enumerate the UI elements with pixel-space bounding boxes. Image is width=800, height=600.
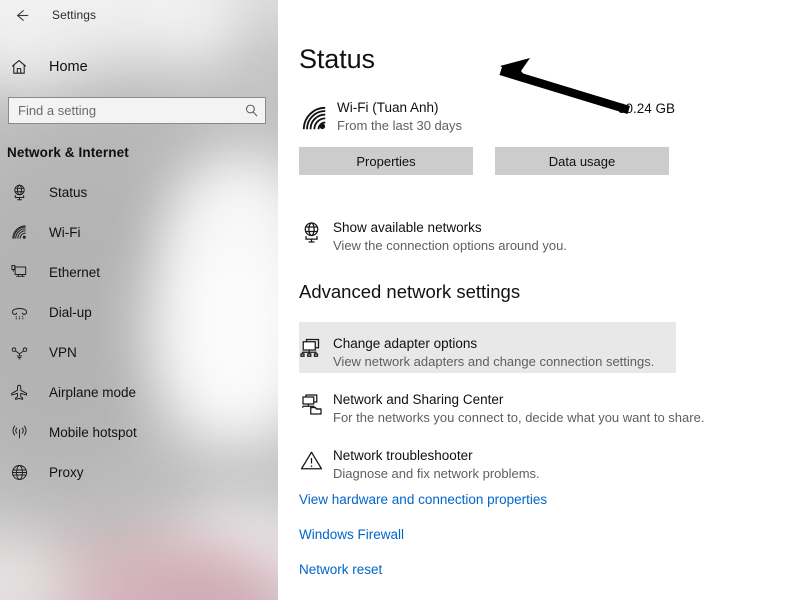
home-icon bbox=[7, 55, 31, 79]
sidebar-category-title: Network & Internet bbox=[7, 145, 129, 160]
connection-subtitle: From the last 30 days bbox=[337, 118, 462, 133]
ethernet-monitor-icon bbox=[7, 260, 31, 284]
change-adapter-options-row[interactable]: Change adapter options View network adap… bbox=[299, 328, 654, 378]
data-used-value: 30.24 GB bbox=[617, 101, 675, 116]
search-box[interactable] bbox=[8, 97, 266, 124]
properties-button[interactable]: Properties bbox=[299, 147, 473, 175]
globe-monitor-icon bbox=[299, 219, 333, 251]
globe-icon bbox=[7, 460, 31, 484]
sharing-center-icon bbox=[299, 391, 333, 423]
network-troubleshooter-row[interactable]: Network troubleshooter Diagnose and fix … bbox=[299, 440, 540, 490]
hotspot-antenna-icon bbox=[7, 420, 31, 444]
sidebar-item-airplane-mode[interactable]: Airplane mode bbox=[0, 372, 278, 412]
sidebar-item-airplane-mode-label: Airplane mode bbox=[49, 384, 137, 400]
sidebar-item-dialup[interactable]: Dial-up bbox=[0, 292, 278, 332]
connection-name: Wi-Fi (Tuan Anh) bbox=[337, 100, 439, 115]
sidebar-item-home-label: Home bbox=[49, 59, 88, 75]
sidebar-item-mobile-hotspot-label: Mobile hotspot bbox=[49, 424, 137, 440]
main-content: Status Wi-Fi (Tuan Anh) From the last 30… bbox=[278, 0, 800, 600]
network-troubleshooter-title: Network troubleshooter bbox=[333, 448, 473, 463]
wifi-icon bbox=[299, 99, 335, 137]
change-adapter-options-description: View network adapters and change connect… bbox=[333, 354, 655, 369]
sidebar-nav-list: Status Wi-Fi Ethernet Dial-up VPN Airpla… bbox=[0, 172, 278, 492]
network-and-sharing-center-row[interactable]: Network and Sharing Center For the netwo… bbox=[299, 384, 704, 434]
advanced-network-settings-heading: Advanced network settings bbox=[299, 281, 521, 302]
titlebar: Settings bbox=[0, 0, 278, 30]
view-hardware-properties-link[interactable]: View hardware and connection properties bbox=[299, 492, 547, 507]
sidebar-item-vpn[interactable]: VPN bbox=[0, 332, 278, 372]
sidebar-item-vpn-label: VPN bbox=[49, 344, 77, 360]
sidebar-item-status[interactable]: Status bbox=[0, 172, 278, 212]
back-arrow-icon[interactable] bbox=[8, 2, 34, 28]
app-title: Settings bbox=[52, 8, 97, 22]
wifi-icon bbox=[7, 220, 31, 244]
two-monitors-network-icon bbox=[299, 335, 333, 367]
warning-triangle-icon bbox=[299, 447, 333, 479]
dialup-phone-icon bbox=[7, 300, 31, 324]
sidebar-item-proxy-label: Proxy bbox=[49, 464, 84, 480]
settings-window: Settings Home Find a setting Network & I… bbox=[0, 0, 800, 600]
show-available-networks-row[interactable]: Show available networks View the connect… bbox=[299, 212, 567, 262]
sidebar-item-mobile-hotspot[interactable]: Mobile hotspot bbox=[0, 412, 278, 452]
data-usage-button[interactable]: Data usage bbox=[495, 147, 669, 175]
sidebar-item-wifi-label: Wi-Fi bbox=[49, 224, 81, 240]
search-input[interactable] bbox=[18, 98, 243, 123]
sidebar-item-status-label: Status bbox=[49, 184, 88, 200]
sidebar-item-ethernet-label: Ethernet bbox=[49, 264, 101, 280]
connection-actions: Properties Data usage bbox=[299, 147, 675, 175]
airplane-icon bbox=[7, 380, 31, 404]
sidebar-item-dialup-label: Dial-up bbox=[49, 304, 92, 320]
sidebar: Settings Home Find a setting Network & I… bbox=[0, 0, 278, 600]
sidebar-item-wifi[interactable]: Wi-Fi bbox=[0, 212, 278, 252]
network-reset-link[interactable]: Network reset bbox=[299, 562, 382, 577]
globe-monitor-icon bbox=[7, 180, 31, 204]
sidebar-item-ethernet[interactable]: Ethernet bbox=[0, 252, 278, 292]
show-available-networks-title: Show available networks bbox=[333, 220, 482, 235]
sidebar-item-proxy[interactable]: Proxy bbox=[0, 452, 278, 492]
windows-firewall-link[interactable]: Windows Firewall bbox=[299, 527, 404, 542]
sidebar-item-home[interactable]: Home bbox=[0, 50, 278, 84]
change-adapter-options-title: Change adapter options bbox=[333, 336, 478, 351]
show-available-networks-description: View the connection options around you. bbox=[333, 238, 567, 253]
vpn-key-icon bbox=[7, 340, 31, 364]
page-title: Status bbox=[299, 44, 375, 74]
connection-summary: Wi-Fi (Tuan Anh) From the last 30 days 3… bbox=[299, 99, 677, 137]
network-and-sharing-center-title: Network and Sharing Center bbox=[333, 392, 504, 407]
network-troubleshooter-description: Diagnose and fix network problems. bbox=[333, 466, 540, 481]
search-icon[interactable] bbox=[243, 103, 259, 119]
network-and-sharing-center-description: For the networks you connect to, decide … bbox=[333, 410, 705, 425]
